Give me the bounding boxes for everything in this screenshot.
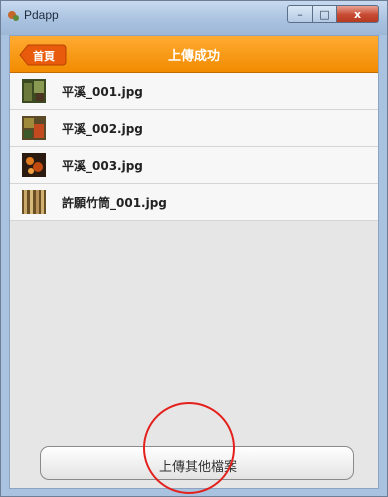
- page-title: 上傳成功: [167, 49, 220, 64]
- window-title: Pdapp: [24, 8, 59, 22]
- photo-thumbnail-icon: [22, 190, 46, 214]
- file-name: 平溪_003.jpg: [62, 159, 143, 173]
- file-name: 平溪_001.jpg: [62, 85, 143, 99]
- photo-thumbnail-icon: [22, 79, 46, 103]
- maximize-button[interactable]: □: [313, 5, 337, 23]
- list-item[interactable]: 平溪_002.jpg: [10, 110, 378, 147]
- photo-thumbnail-icon: [22, 153, 46, 177]
- list-item[interactable]: 平溪_003.jpg: [10, 147, 378, 184]
- uploaded-file-list: 平溪_001.jpg 平溪_002.jpg 平溪_003.jpg 許願竹筒_00…: [10, 73, 378, 221]
- close-button[interactable]: x: [337, 5, 379, 23]
- list-item[interactable]: 平溪_001.jpg: [10, 73, 378, 110]
- title-bar[interactable]: Pdapp – □ x: [1, 1, 387, 35]
- file-name: 平溪_002.jpg: [62, 122, 143, 136]
- upload-button-label: 上傳其他檔案: [158, 460, 237, 475]
- minimize-button[interactable]: –: [287, 5, 313, 23]
- window-controls: – □ x: [287, 5, 379, 23]
- app-window: Pdapp – □ x 首頁 上傳成功 平溪_001.jpg 平溪_002.jp…: [0, 0, 388, 497]
- app-content: 首頁 上傳成功 平溪_001.jpg 平溪_002.jpg 平溪_003.jpg…: [9, 35, 379, 489]
- app-icon: [8, 11, 19, 21]
- file-name: 許願竹筒_001.jpg: [62, 196, 167, 210]
- nav-bar: 首頁 上傳成功: [10, 36, 378, 73]
- list-item[interactable]: 許願竹筒_001.jpg: [10, 184, 378, 221]
- photo-thumbnail-icon: [22, 116, 46, 140]
- upload-other-files-button[interactable]: 上傳其他檔案: [40, 446, 354, 480]
